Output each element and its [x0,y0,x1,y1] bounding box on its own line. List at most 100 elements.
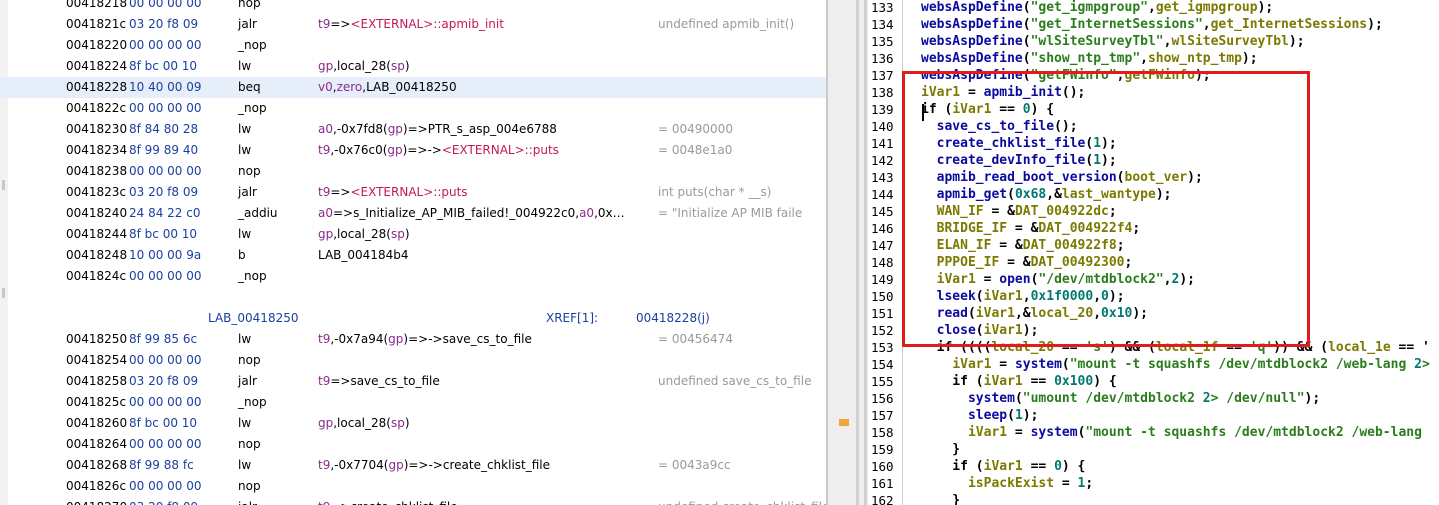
listing-row[interactable]: 0041824c 00 00 00 00 _nop [0,266,826,287]
panel-divider [864,0,867,505]
code-text[interactable]: if (iVar1 == 0) { [921,458,1085,475]
listing-row[interactable]: 0041821c 03 20 f8 09 jalr t9=><EXTERNAL>::a… [0,14,826,35]
decompiler-line[interactable]: 156 system("umount /dev/mtdblock2 2> /de… [868,390,1439,407]
code-text[interactable]: websAspDefine("get_InternetSessions",get… [921,16,1383,33]
line-number: 137 [871,68,894,83]
listing-row[interactable]: 00418264 00 00 00 00 nop [0,434,826,455]
listing-bytes: 00 00 00 00 [129,164,202,178]
line-number: 136 [871,51,894,66]
listing-cmt: = 00456474 [658,332,733,346]
listing-row[interactable]: 0041822c 00 00 00 00 _nop [0,98,826,119]
code-text[interactable]: websAspDefine("get_igmpgroup",get_igmpgr… [921,0,1273,16]
listing-label-row[interactable]: LAB_00418250 XREF[1]: 00418228(j) [0,308,826,329]
listing-mnem: nop [238,437,261,451]
decompiler-line[interactable]: 155 if (iVar1 == 0x100) { [868,373,1439,390]
listing-mnem: lw [238,227,252,241]
decompiler-line[interactable]: 161 isPackExist = 1; [868,475,1439,492]
line-number: 157 [871,408,894,423]
listing-row[interactable]: 0041825c 00 00 00 00 _nop [0,392,826,413]
decompiler-line[interactable]: 135 websAspDefine("wlSiteSurveyTbl",wlSit… [868,33,1439,50]
listing-row[interactable]: 00418228 10 40 00 09 beq v0,zero,LAB_004182… [0,77,826,98]
xref-label: XREF[1]: [546,311,599,325]
listing-ops[interactable]: a0=>s_Initialize_AP_MIB_failed!_004922c0… [318,203,625,224]
listing-row[interactable]: 0041827003 20 f8 09 jalr t9=>create_chklis… [0,497,826,505]
code-text[interactable]: iVar1 = system("mount -t squashfs /dev/m… [921,356,1429,373]
code-text[interactable]: } [921,492,960,505]
code-text[interactable]: system("umount /dev/mtdblock2 2> /dev/nu… [921,390,1320,407]
listing-panel[interactable]: 00418218 00 00 00 00 nop 0041821c 03 20 f8 0… [0,0,826,505]
listing-ops[interactable]: gp,local_28(sp) [318,56,410,77]
listing-row[interactable]: 00418260 8f bc 00 10 lw gp,local_28(sp) [0,413,826,434]
listing-row[interactable]: 00418258 03 20 f8 09 jalr t9=>save_cs_to_fi… [0,371,826,392]
listing-mnem: nop [238,164,261,178]
listing-ops[interactable]: v0,zero,LAB_00418250 [318,77,457,98]
listing-row[interactable]: 00418268 8f 99 88 fc lw t9,-0x7704(gp)=>->c… [0,455,826,476]
listing-mnem: lw [238,143,252,157]
listing-row[interactable]: 00418238 00 00 00 00 nop [0,161,826,182]
listing-ops[interactable]: gp,local_28(sp) [318,413,410,434]
listing-row[interactable]: 00418248 10 00 00 9a b LAB_004184b4 [0,245,826,266]
listing-ops[interactable]: t9,-0x7704(gp)=>->create_chklist_file [318,455,550,476]
listing-cmt: undefined save_cs_to_file [658,374,812,388]
listing-bytes: 24 84 22 c0 [129,206,201,220]
listing-ops[interactable]: LAB_004184b4 [318,245,408,266]
listing-row[interactable]: 0041823c 03 20 f8 09 jalr t9=><EXTERNAL>::p… [0,182,826,203]
listing-cmt: = 00490000 [658,122,733,136]
listing-addr: 0041821c [66,17,127,31]
listing-bytes: 00 00 00 00 [129,437,202,451]
listing-row[interactable]: 00418250 8f 99 85 6c lw t9,-0x7a94(gp)=>->s… [0,329,826,350]
decompiler-line[interactable]: 154 iVar1 = system("mount -t squashfs /d… [868,356,1439,373]
listing-ops[interactable]: gp,local_28(sp) [318,224,410,245]
panel-divider[interactable] [826,0,828,505]
decompiler-line[interactable]: 158 iVar1 = system("mount -t squashfs /d… [868,424,1439,441]
listing-ops[interactable]: t9=><EXTERNAL>::puts [318,182,468,203]
margin-marker [2,288,5,298]
code-text[interactable]: iVar1 = system("mount -t squashfs /dev/m… [921,424,1422,441]
decompiler-line[interactable]: 157 sleep(1); [868,407,1439,424]
listing-row[interactable]: 00418240 24 84 22 c0 _addiu a0=>s_Initializ… [0,203,826,224]
listing-row[interactable]: 00418224 8f bc 00 10 lw gp,local_28(sp) [0,56,826,77]
listing-addr: 0041826c [66,479,127,493]
decompiler-line[interactable]: 136 websAspDefine("show_ntp_tmp",show_ntp… [868,50,1439,67]
decompiler-line[interactable]: 133 websAspDefine("get_igmpgroup",get_igm… [868,0,1439,16]
listing-row[interactable]: 0041826c 00 00 00 00 nop [0,476,826,497]
listing-ops[interactable]: t9,-0x76c0(gp)=>-><EXTERNAL>::puts [318,140,559,161]
listing-row[interactable]: 00418254 00 00 00 00 nop [0,350,826,371]
line-number: 147 [871,238,894,253]
code-text[interactable]: } [921,441,960,458]
listing-ops[interactable]: t9=>save_cs_to_file [318,371,440,392]
listing-mnem: b [238,248,246,262]
listing-addr: 0041822c [66,101,127,115]
line-number: 159 [871,442,894,457]
listing-mnem: nop [238,479,261,493]
listing-row[interactable]: 00418220 00 00 00 00 _nop [0,35,826,56]
decompiler-line[interactable]: 162 } [868,492,1439,505]
listing-ops[interactable]: t9,-0x7a94(gp)=>->save_cs_to_file [318,329,532,350]
code-text[interactable]: websAspDefine("wlSiteSurveyTbl",wlSiteSu… [921,33,1305,50]
listing-bytes: 8f 99 89 40 [129,143,199,157]
listing-addr: 00418218 [66,0,128,10]
line-number: 162 [871,493,894,505]
listing-ops[interactable]: t9=><EXTERNAL>::apmib_init [318,14,504,35]
listing-cmt: undefined apmib_init() [658,17,795,31]
xref-address[interactable]: 00418228(j) [636,308,710,329]
code-text[interactable]: isPackExist = 1; [921,475,1093,492]
listing-row[interactable]: 00418234 8f 99 89 40 lw t9,-0x76c0(gp)=>-><… [0,140,826,161]
listing-mnem: jalr [238,497,257,505]
code-text[interactable]: sleep(1); [921,407,1038,424]
listing-cmt: int puts(char * __s) [658,185,772,199]
listing-row[interactable]: 00418218 00 00 00 00 nop [0,0,826,14]
code-text[interactable]: websAspDefine("show_ntp_tmp",show_ntp_tm… [921,50,1258,67]
decompiler-line[interactable]: 160 if (iVar1 == 0) { [868,458,1439,475]
code-text[interactable]: if (iVar1 == 0x100) { [921,373,1116,390]
listing-row[interactable]: 00418230 8f 84 80 28 lw a0,-0x7fd8(gp)=>PTR… [0,119,826,140]
listing-mnem: lw [238,458,252,472]
line-number: 145 [871,204,894,219]
decompiler-line[interactable]: 134 websAspDefine("get_InternetSessions",… [868,16,1439,33]
decompiler-line[interactable]: 159 } [868,441,1439,458]
listing-row[interactable]: 00418244 8f bc 00 10 lw gp,local_28(sp) [0,224,826,245]
label-name[interactable]: LAB_00418250 [208,308,298,329]
listing-ops[interactable]: a0,-0x7fd8(gp)=>PTR_s_asp_004e6788 [318,119,557,140]
line-number: 155 [871,374,894,389]
listing-ops[interactable]: t9=>create_chklist_file [318,497,458,505]
